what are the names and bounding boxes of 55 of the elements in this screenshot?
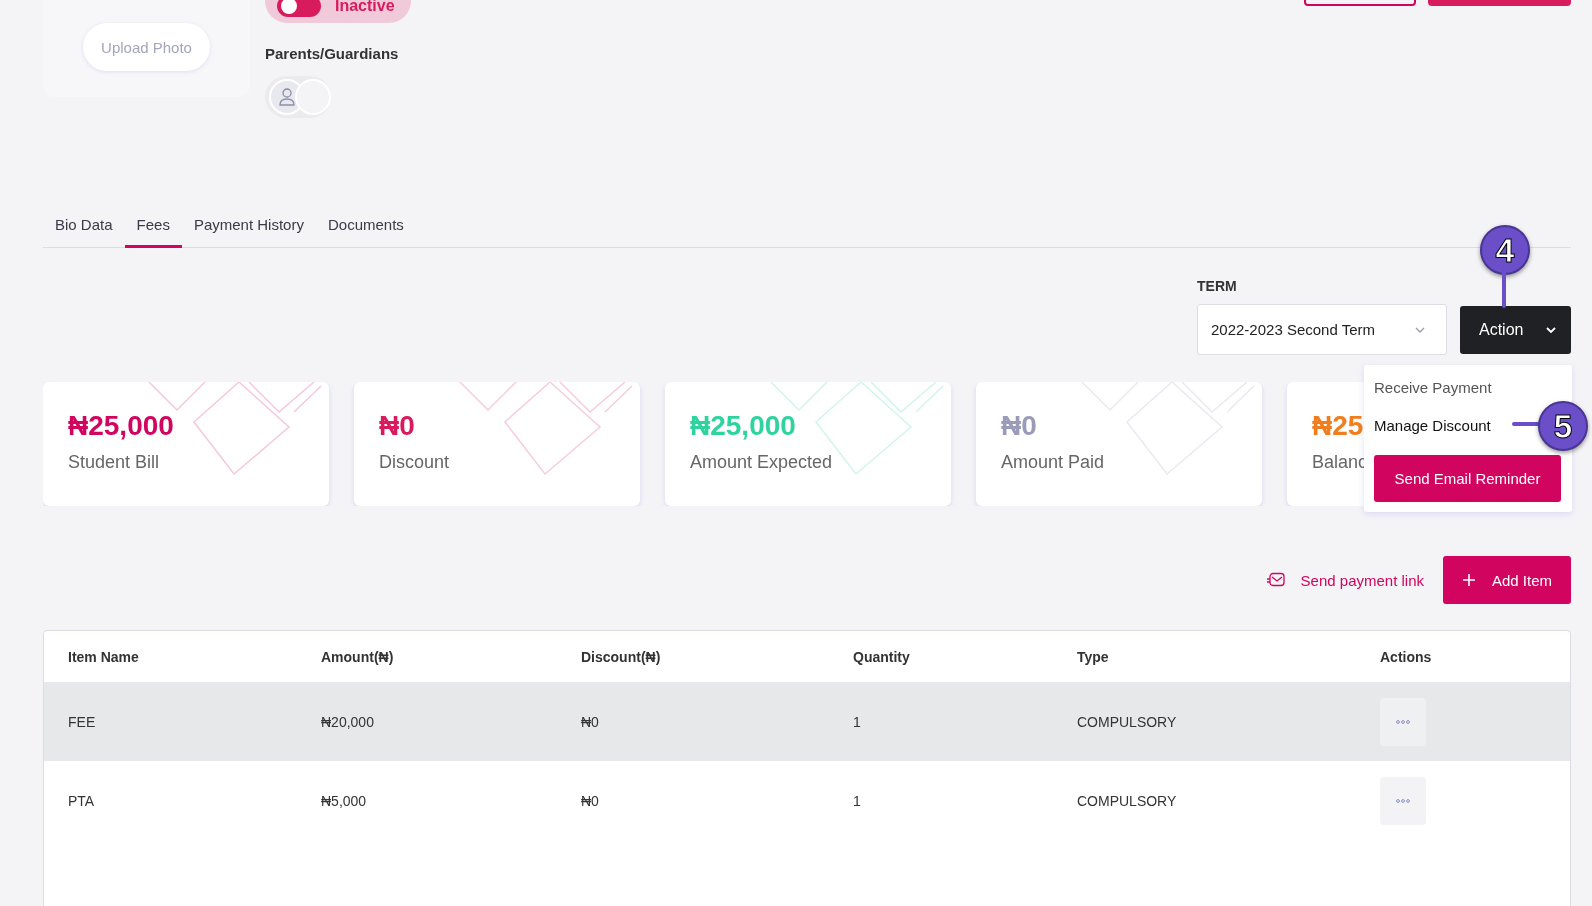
table-cell-text: FEE	[68, 713, 97, 730]
envelope-icon	[1265, 572, 1286, 588]
section-label: Parents/Guardians	[265, 45, 400, 62]
stat-label: Amount Paid	[1001, 452, 1105, 473]
stat-amount: ₦0	[379, 410, 415, 442]
avatar-group[interactable]	[265, 76, 331, 118]
ellipsis-icon	[1396, 719, 1410, 724]
menu-item[interactable]: Receive Payment	[1374, 375, 1492, 413]
table-cell-text: 1	[853, 792, 862, 809]
ellipsis-icon	[1396, 798, 1410, 803]
column-header: Amount(₦)	[321, 648, 395, 665]
stat-label: Balanc	[1312, 452, 1368, 473]
tab[interactable]: Documents	[315, 204, 416, 248]
table-cell-text: ₦5,000	[321, 792, 368, 809]
term-select[interactable]: 2022-2023 Second Term	[1197, 304, 1447, 355]
table-cell-text: PTA	[68, 792, 96, 809]
stat-amount: ₦25,000	[690, 410, 796, 442]
highlighted-row[interactable]: FEE ₦20,000 ₦0 1 COMPULSORY	[44, 682, 1570, 761]
tab[interactable]: Bio Data	[43, 204, 125, 248]
column-header: Item Name	[68, 648, 140, 665]
table-cell-text: ₦20,000	[321, 713, 375, 730]
term-label: TERM	[1197, 278, 1238, 294]
leader-line	[1502, 270, 1506, 308]
step-marker: 5	[1538, 401, 1588, 451]
tab[interactable]: Payment History	[181, 204, 316, 248]
column-header: Type	[1077, 648, 1110, 665]
send-email-reminder-button[interactable]: Send Email Reminder	[1374, 455, 1561, 502]
leader-line	[1512, 422, 1540, 426]
chevron-down-icon	[1414, 325, 1426, 334]
column-header: Actions	[1380, 648, 1433, 665]
table-cell-text: ₦0	[581, 792, 600, 809]
table-cell-text: ₦0	[581, 713, 600, 730]
stat-amount: ₦0	[1001, 410, 1037, 442]
person-icon	[279, 88, 295, 106]
stat-label: Discount	[379, 452, 450, 473]
add-item-button[interactable]: Add Item	[1443, 556, 1571, 604]
stat-amount: ₦25	[1312, 410, 1364, 442]
stat-label: Student Bill	[68, 452, 160, 473]
stat-amount: ₦25,000	[68, 410, 174, 442]
table-cell-text: COMPULSORY	[1077, 713, 1178, 730]
table-cell-text: COMPULSORY	[1077, 792, 1178, 809]
table-cell-text: 1	[853, 713, 862, 730]
toggle-switch[interactable]	[277, 0, 321, 17]
step-marker: 4	[1480, 225, 1530, 275]
action-button[interactable]: Action	[1460, 306, 1571, 354]
tab[interactable]: Fees	[124, 204, 182, 248]
chevron-down-icon	[1545, 326, 1557, 334]
stat-label: Amount Expected	[690, 452, 833, 473]
send-payment-link[interactable]: Send payment link	[1265, 571, 1424, 589]
column-header: Quantity	[853, 648, 911, 665]
table-row[interactable]: PTA ₦5,000 ₦0 1 COMPULSORY	[44, 761, 1570, 840]
plus-icon	[1462, 573, 1476, 587]
column-header: Discount(₦)	[581, 648, 662, 665]
status-label: Inactive	[335, 0, 395, 15]
menu-item[interactable]: Manage Discount	[1374, 413, 1491, 451]
